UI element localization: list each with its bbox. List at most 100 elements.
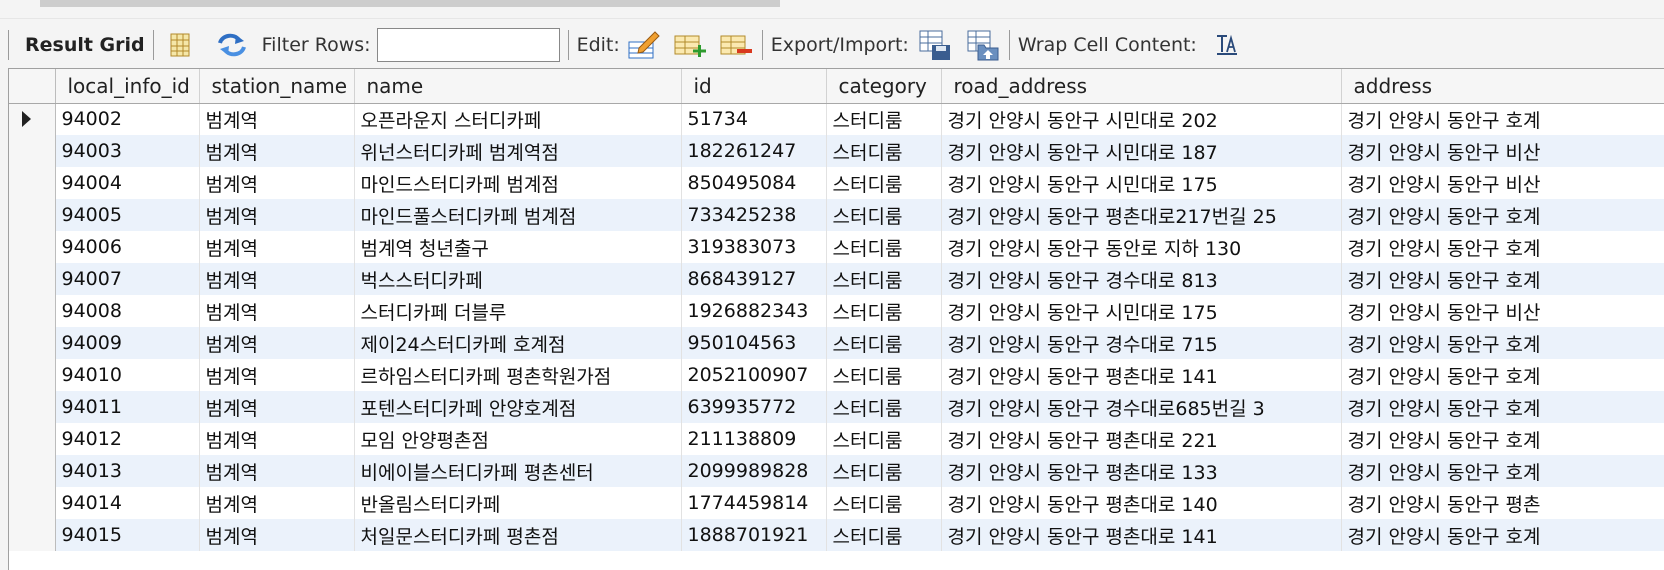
cell-id[interactable]: 2052100907: [681, 359, 827, 391]
cell-category[interactable]: 스터디룸: [826, 391, 942, 423]
cell-road-address[interactable]: 경기 안양시 동안구 시민대로 187: [941, 135, 1342, 167]
cell-local-info-id[interactable]: 94009: [55, 327, 200, 359]
table-row[interactable]: 94014 범계역 반올림스터디카페 1774459814 스터디룸 경기 안양시 동안구…: [9, 487, 1664, 519]
delete-row-icon[interactable]: [718, 28, 754, 62]
row-header[interactable]: [9, 263, 56, 295]
row-header[interactable]: [9, 359, 56, 391]
table-row[interactable]: 94015 범계역 처일문스터디카페 평촌점 1888701921 스터디룸 경기 안양시…: [9, 519, 1664, 551]
column-header-station-name[interactable]: station_name: [199, 69, 355, 104]
column-header-id[interactable]: id: [681, 69, 827, 104]
cell-category[interactable]: 스터디룸: [826, 327, 942, 359]
insert-row-icon[interactable]: [672, 28, 708, 62]
result-grid[interactable]: local_info_id station_name name id categ…: [8, 68, 1664, 570]
cell-id[interactable]: 950104563: [681, 327, 827, 359]
cell-category[interactable]: 스터디룸: [826, 231, 942, 263]
cell-road-address[interactable]: 경기 안양시 동안구 평촌대로 221: [941, 423, 1342, 455]
row-header[interactable]: [9, 199, 56, 231]
cell-station-name[interactable]: 범계역: [199, 423, 355, 455]
cell-name[interactable]: 처일문스터디카페 평촌점: [354, 519, 682, 551]
cell-category[interactable]: 스터디룸: [826, 167, 942, 199]
cell-category[interactable]: 스터디룸: [826, 455, 942, 487]
cell-address[interactable]: 경기 안양시 동안구 호계: [1341, 359, 1664, 391]
row-header[interactable]: [9, 423, 56, 455]
cell-road-address[interactable]: 경기 안양시 동안구 동안로 지하 130: [941, 231, 1342, 263]
cell-station-name[interactable]: 범계역: [199, 487, 355, 519]
row-header[interactable]: [9, 231, 56, 263]
column-header-address[interactable]: address: [1341, 69, 1664, 104]
cell-category[interactable]: 스터디룸: [826, 423, 942, 455]
refresh-icon[interactable]: [214, 28, 250, 62]
cell-local-info-id[interactable]: 94005: [55, 199, 200, 231]
cell-local-info-id[interactable]: 94011: [55, 391, 200, 423]
cell-local-info-id[interactable]: 94014: [55, 487, 200, 519]
cell-station-name[interactable]: 범계역: [199, 199, 355, 231]
table-row[interactable]: 94008 범계역 스터디카페 더블루 1926882343 스터디룸 경기 안양시 동안…: [9, 295, 1664, 327]
cell-station-name[interactable]: 범계역: [199, 231, 355, 263]
cell-address[interactable]: 경기 안양시 동안구 호계: [1341, 327, 1664, 359]
cell-local-info-id[interactable]: 94003: [55, 135, 200, 167]
cell-address[interactable]: 경기 안양시 동안구 호계: [1341, 391, 1664, 423]
row-header[interactable]: [9, 487, 56, 519]
table-row[interactable]: 94003 범계역 위넌스터디카페 범계역점 182261247 스터디룸 경기 안양시 …: [9, 135, 1664, 167]
cell-category[interactable]: 스터디룸: [826, 487, 942, 519]
cell-local-info-id[interactable]: 94015: [55, 519, 200, 551]
column-header-name[interactable]: name: [354, 69, 682, 104]
table-row[interactable]: 94011 범계역 포텐스터디카페 안양호계점 639935772 스터디룸 경기 안양시…: [9, 391, 1664, 423]
column-header-road-address[interactable]: road_address: [941, 69, 1342, 104]
table-row[interactable]: 94006 범계역 범계역 청년출구 319383073 스터디룸 경기 안양시 동안구 …: [9, 231, 1664, 263]
cell-name[interactable]: 스터디카페 더블루: [354, 295, 682, 327]
cell-station-name[interactable]: 범계역: [199, 167, 355, 199]
table-row[interactable]: 94004 범계역 마인드스터디카페 범계점 850495084 스터디룸 경기 안양시 …: [9, 167, 1664, 199]
cell-local-info-id[interactable]: 94012: [55, 423, 200, 455]
cell-name[interactable]: 벅스스터디카페: [354, 263, 682, 295]
cell-road-address[interactable]: 경기 안양시 동안구 시민대로 175: [941, 167, 1342, 199]
cell-road-address[interactable]: 경기 안양시 동안구 경수대로685번길 3: [941, 391, 1342, 423]
row-header[interactable]: [9, 167, 56, 199]
table-row[interactable]: 94002 범계역 오픈라운지 스터디카페 51734 스터디룸 경기 안양시 동안구 시…: [9, 103, 1664, 135]
cell-name[interactable]: 반올림스터디카페: [354, 487, 682, 519]
cell-name[interactable]: 마인드풀스터디카페 범계점: [354, 199, 682, 231]
cell-id[interactable]: 868439127: [681, 263, 827, 295]
row-header[interactable]: [9, 455, 56, 487]
cell-id[interactable]: 211138809: [681, 423, 827, 455]
cell-category[interactable]: 스터디룸: [826, 199, 942, 231]
cell-road-address[interactable]: 경기 안양시 동안구 평촌대로 141: [941, 359, 1342, 391]
cell-id[interactable]: 51734: [681, 103, 827, 135]
cell-category[interactable]: 스터디룸: [826, 295, 942, 327]
cell-category[interactable]: 스터디룸: [826, 103, 942, 135]
cell-id[interactable]: 1926882343: [681, 295, 827, 327]
cell-name[interactable]: 비에이블스터디카페 평촌센터: [354, 455, 682, 487]
cell-id[interactable]: 850495084: [681, 167, 827, 199]
cell-station-name[interactable]: 범계역: [199, 103, 355, 135]
export-icon[interactable]: [917, 28, 953, 62]
cell-name[interactable]: 제이24스터디카페 호계점: [354, 327, 682, 359]
cell-id[interactable]: 733425238: [681, 199, 827, 231]
cell-name[interactable]: 모임 안양평촌점: [354, 423, 682, 455]
cell-local-info-id[interactable]: 94008: [55, 295, 200, 327]
cell-name[interactable]: 마인드스터디카페 범계점: [354, 167, 682, 199]
cell-name[interactable]: 위넌스터디카페 범계역점: [354, 135, 682, 167]
column-header-local-info-id[interactable]: local_info_id: [55, 69, 200, 104]
table-row[interactable]: 94010 범계역 르하임스터디카페 평촌학원가점 2052100907 스터디룸 경기 …: [9, 359, 1664, 391]
cell-road-address[interactable]: 경기 안양시 동안구 경수대로 715: [941, 327, 1342, 359]
cell-local-info-id[interactable]: 94007: [55, 263, 200, 295]
cell-address[interactable]: 경기 안양시 동안구 호계: [1341, 423, 1664, 455]
cell-station-name[interactable]: 범계역: [199, 391, 355, 423]
cell-station-name[interactable]: 범계역: [199, 135, 355, 167]
filter-rows-input[interactable]: [376, 28, 560, 62]
cell-station-name[interactable]: 범계역: [199, 519, 355, 551]
cell-address[interactable]: 경기 안양시 동안구 비산: [1341, 167, 1664, 199]
cell-address[interactable]: 경기 안양시 동안구 비산: [1341, 295, 1664, 327]
cell-station-name[interactable]: 범계역: [199, 263, 355, 295]
cell-name[interactable]: 오픈라운지 스터디카페: [354, 103, 682, 135]
cell-local-info-id[interactable]: 94010: [55, 359, 200, 391]
edit-row-icon[interactable]: [626, 28, 662, 62]
cell-local-info-id[interactable]: 94013: [55, 455, 200, 487]
cell-road-address[interactable]: 경기 안양시 동안구 평촌대로 140: [941, 487, 1342, 519]
cell-local-info-id[interactable]: 94002: [55, 103, 200, 135]
cell-address[interactable]: 경기 안양시 동안구 호계: [1341, 519, 1664, 551]
cell-address[interactable]: 경기 안양시 동안구 호계: [1341, 263, 1664, 295]
cell-name[interactable]: 포텐스터디카페 안양호계점: [354, 391, 682, 423]
cell-station-name[interactable]: 범계역: [199, 327, 355, 359]
cell-address[interactable]: 경기 안양시 동안구 호계: [1341, 231, 1664, 263]
